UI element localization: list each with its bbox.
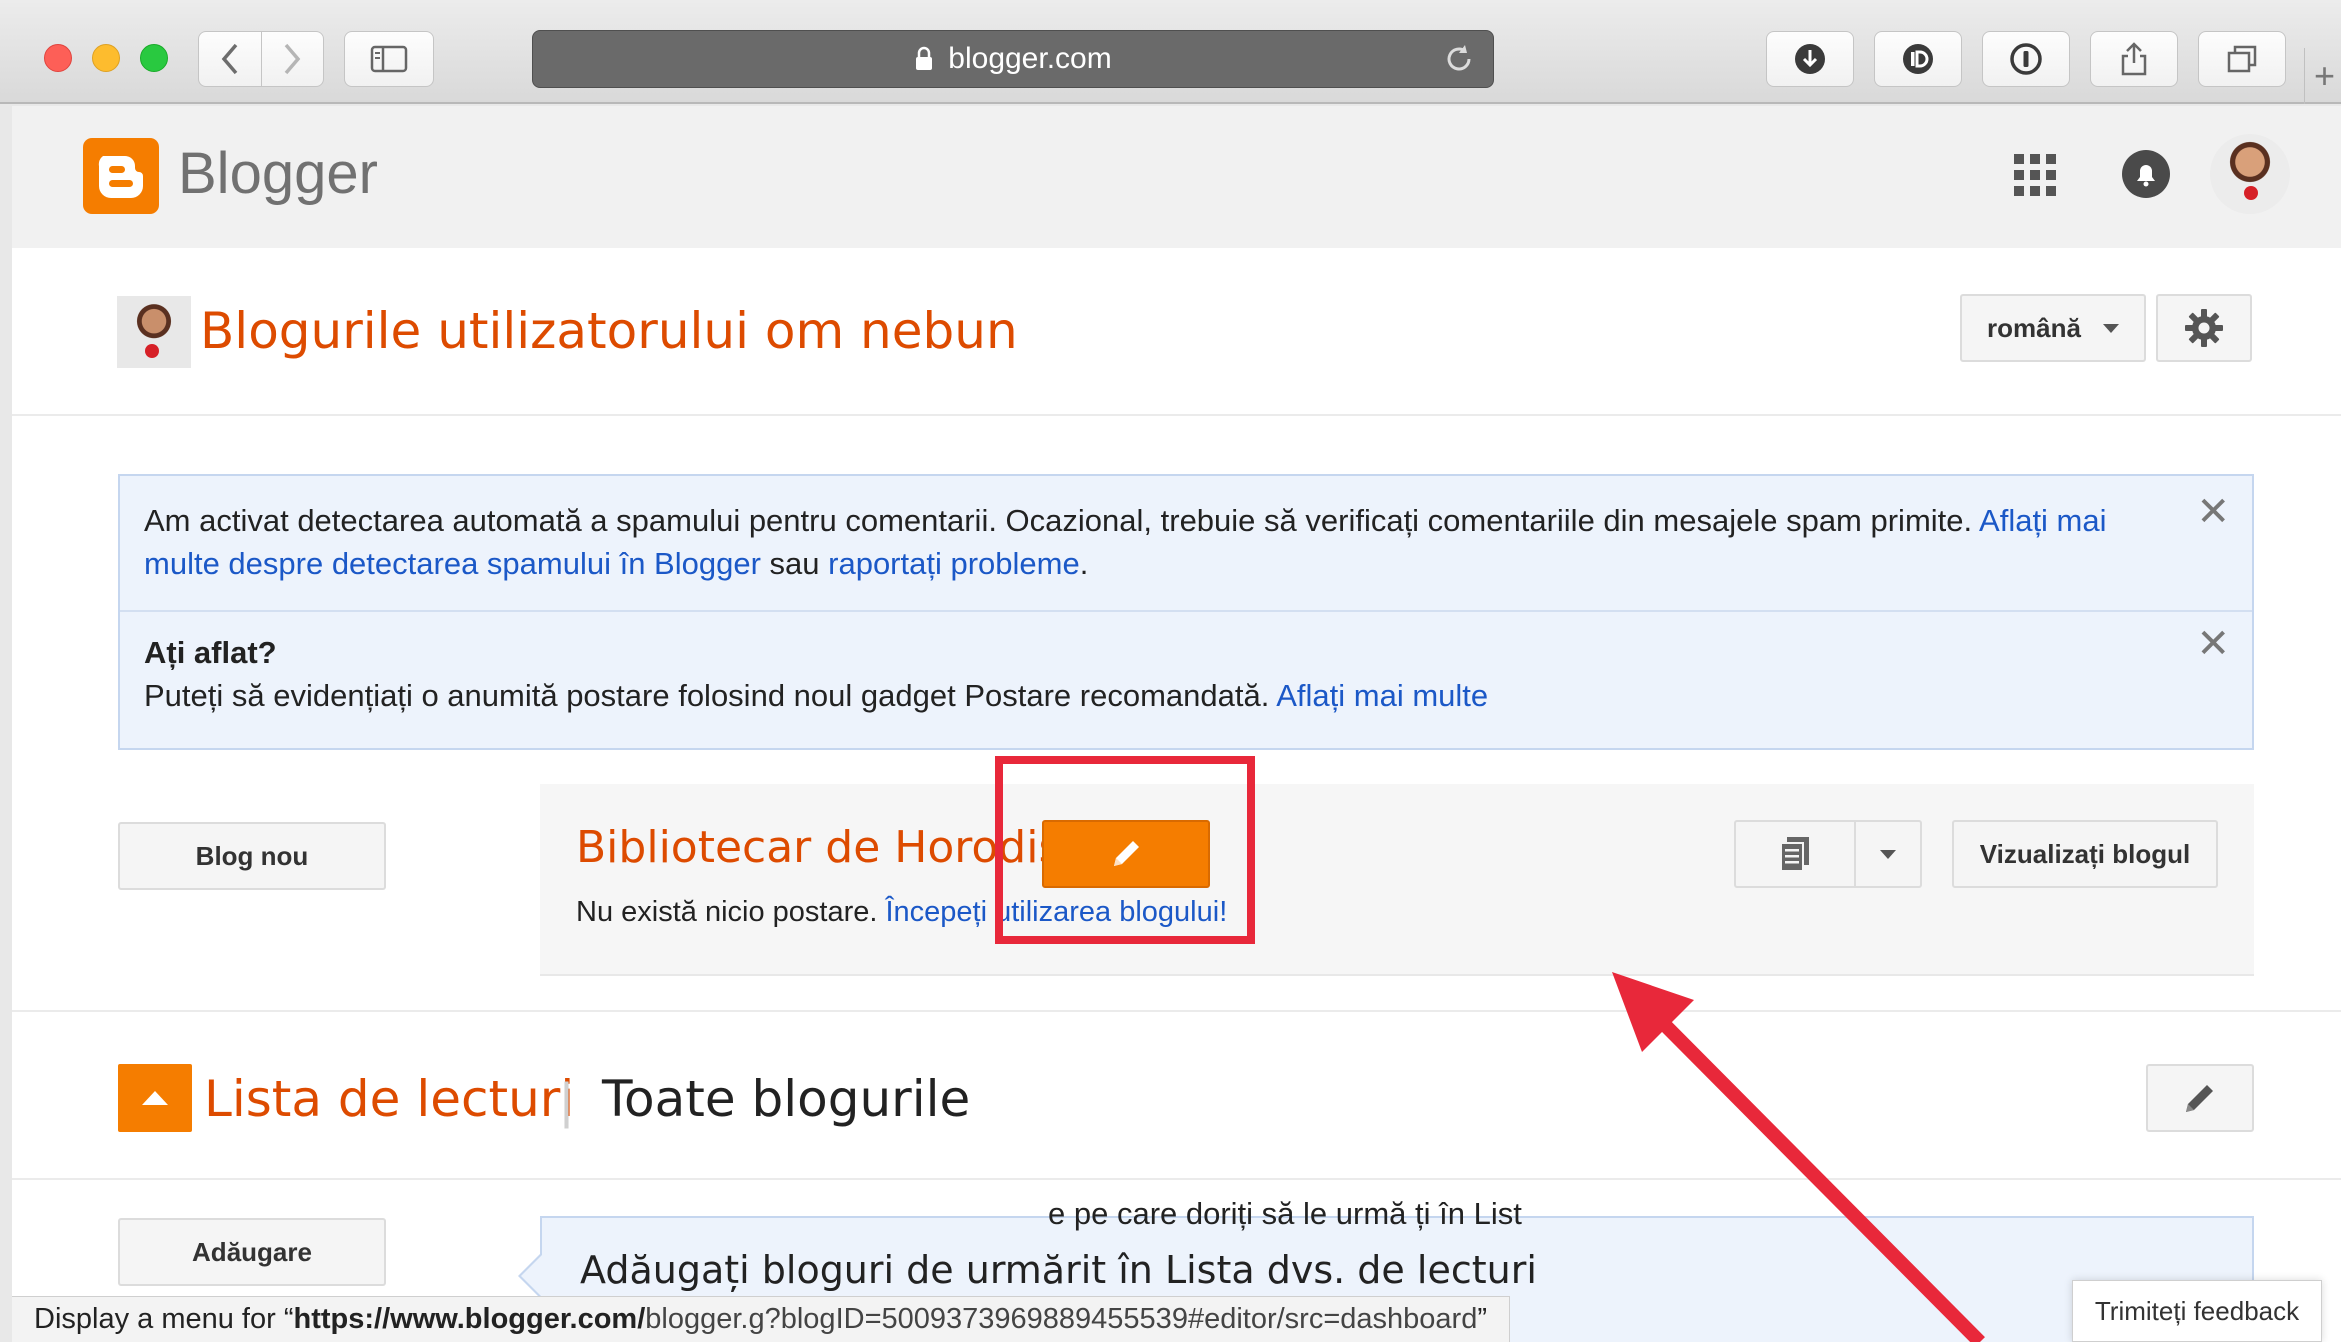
gear-icon <box>2185 309 2223 347</box>
view-blog-button[interactable]: Vizualizați blogul <box>1952 820 2218 888</box>
blog-status-text: Nu există nicio postare. <box>576 896 886 928</box>
notice-divider <box>120 610 2252 612</box>
language-value: română <box>1987 312 2081 343</box>
status-prefix: Display a menu for “ <box>34 1303 294 1335</box>
chevron-left-icon <box>221 43 238 75</box>
tabs-overview-button[interactable] <box>2198 31 2286 87</box>
notices-panel: Am activat detectarea automată a spamulu… <box>118 474 2254 750</box>
status-suffix: ” <box>1477 1303 1487 1335</box>
new-blog-button[interactable]: Blog nou <box>118 822 386 890</box>
back-button[interactable] <box>199 32 261 86</box>
annotation-highlight-box <box>995 756 1255 944</box>
password-manager-button[interactable] <box>1982 31 2070 87</box>
blogger-dashboard: Blogger Blogurile utilizatorului om nebu… <box>12 106 2341 1342</box>
minimize-window-button[interactable] <box>92 44 120 72</box>
reading-list-title: Lista de lecturi <box>204 1070 575 1128</box>
close-icon[interactable]: ✕ <box>2196 624 2230 664</box>
share-icon <box>2121 42 2147 76</box>
blogs-header: Blogurile utilizatorului om nebun română <box>12 248 2341 416</box>
tip-learn-more-link[interactable]: Aflați mai multe <box>1276 678 1488 713</box>
collapse-toggle-icon[interactable] <box>118 1064 192 1132</box>
caret-down-icon <box>1880 849 1896 859</box>
spam-notice: Am activat detectarea automată a spamulu… <box>120 499 2252 585</box>
caret-down-icon <box>2102 323 2119 333</box>
browser-toolbar: blogger.com + <box>0 0 2341 104</box>
posts-icon <box>1780 837 1809 872</box>
downloads-button[interactable] <box>1766 31 1854 87</box>
new-tab-button[interactable]: + <box>2304 48 2341 104</box>
account-avatar[interactable] <box>2210 134 2290 214</box>
pencil-icon <box>2186 1085 2213 1112</box>
settings-button[interactable] <box>2156 294 2252 362</box>
address-bar[interactable]: blogger.com <box>532 30 1494 88</box>
posts-list-button-group <box>1734 820 1922 888</box>
zoom-window-button[interactable] <box>140 44 168 72</box>
user-thumbnail <box>117 296 191 368</box>
spam-notice-text: Am activat detectarea automată a spamulu… <box>144 503 1980 538</box>
section-divider <box>12 1178 2341 1180</box>
sidebar-icon <box>370 45 408 73</box>
extension-d-icon <box>1903 44 1933 74</box>
title-separator: | <box>560 1073 573 1129</box>
reload-icon[interactable] <box>1443 43 1475 75</box>
share-button[interactable] <box>2090 31 2178 87</box>
app-bar: Blogger <box>12 106 2341 248</box>
blogger-wordmark: Blogger <box>178 141 378 206</box>
address-text: blogger.com <box>948 42 1112 75</box>
close-icon[interactable]: ✕ <box>2196 492 2230 532</box>
sidebar-toggle-button[interactable] <box>344 31 434 87</box>
status-url-path: blogger.g?blogID=5009373969889455539#edi… <box>645 1303 1478 1335</box>
send-feedback-button[interactable]: Trimiteți feedback <box>2072 1280 2322 1342</box>
spam-notice-or: sau <box>760 546 829 581</box>
report-problems-link[interactable]: raportați probleme <box>828 546 1080 581</box>
reading-list-edit-button[interactable] <box>2146 1064 2254 1132</box>
status-url-host: https://www.blogger.com/ <box>293 1303 646 1335</box>
more-options-dropdown[interactable] <box>1856 822 1920 886</box>
reading-list-filter[interactable]: Toate blogurile <box>602 1070 970 1128</box>
download-icon <box>1795 44 1825 74</box>
history-nav <box>198 31 324 87</box>
add-blogs-title: Adăugați bloguri de urmărit în Lista dvs… <box>580 1248 1537 1292</box>
tip-text: Puteți să evidențiați o anumită postare … <box>144 678 1277 713</box>
page-title: Blogurile utilizatorului om nebun <box>200 302 1018 360</box>
chevron-right-icon <box>284 43 301 75</box>
spam-notice-end: . <box>1079 546 1089 581</box>
blogger-logo-icon[interactable] <box>83 138 159 214</box>
tip-title: Ați aflat? <box>144 635 277 670</box>
section-divider <box>12 1010 2341 1012</box>
tip-notice: Ați aflat? Puteți să evidențiați o anumi… <box>120 631 2252 717</box>
posts-list-button[interactable] <box>1736 822 1856 886</box>
link-status-bar: Display a menu for “https://www.blogger.… <box>12 1296 1510 1342</box>
apps-grid-icon[interactable] <box>2014 154 2056 196</box>
forward-button[interactable] <box>260 32 324 86</box>
add-blogs-text: e pe care doriți să le urmă ți în List <box>1048 1196 1522 1231</box>
add-blog-button[interactable]: Adăugare <box>118 1218 386 1286</box>
tabs-icon <box>2227 45 2257 73</box>
password-manager-icon <box>2010 43 2042 75</box>
extension-1-button[interactable] <box>1874 31 1962 87</box>
notifications-icon[interactable] <box>2120 148 2172 200</box>
lock-icon <box>916 46 933 70</box>
close-window-button[interactable] <box>44 44 72 72</box>
language-select[interactable]: română <box>1960 294 2146 362</box>
